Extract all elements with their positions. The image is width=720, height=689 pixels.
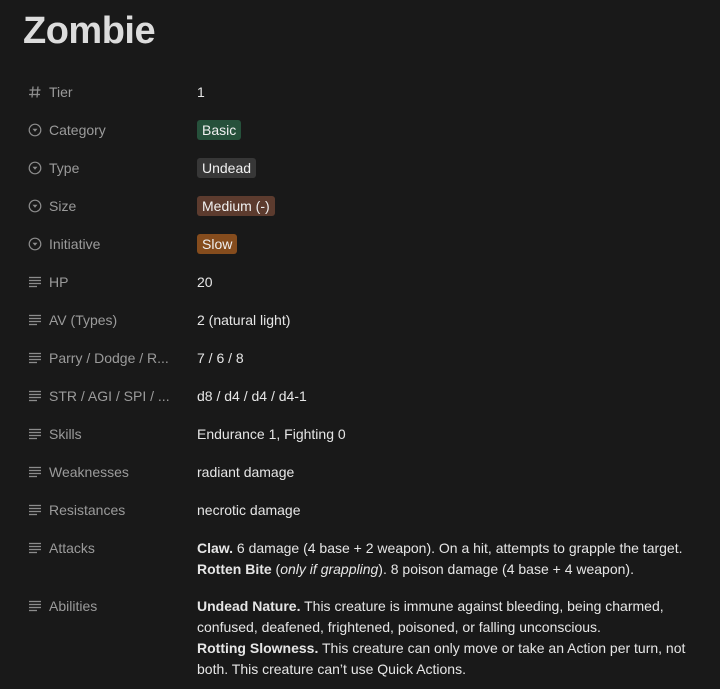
property-label-type[interactable]: Type (28, 158, 193, 178)
property-value-parry[interactable]: 7 / 6 / 8 (197, 348, 710, 369)
property-label-text: Category (49, 122, 106, 138)
property-value-resistances[interactable]: necrotic damage (197, 500, 710, 521)
property-value-abilities[interactable]: Undead Nature. This creature is immune a… (197, 596, 710, 680)
property-label-av[interactable]: AV (Types) (28, 310, 193, 330)
attack-rotten-bite: Rotten Bite (only if grappling). 8 poiso… (197, 559, 710, 580)
text-lines-icon (28, 599, 42, 613)
attack-description: 6 damage (4 base + 2 weapon). On a hit, … (233, 540, 683, 556)
text-lines-icon (28, 389, 42, 403)
property-label-resistances[interactable]: Resistances (28, 500, 193, 520)
text-lines-icon (28, 313, 42, 327)
attack-name: Rotten Bite (197, 561, 272, 577)
text-lines-icon (28, 275, 42, 289)
property-label-text: Size (49, 198, 77, 214)
size-tag: Medium (-) (197, 196, 275, 216)
property-value-skills[interactable]: Endurance 1, Fighting 0 (197, 424, 710, 445)
text-lines-icon (28, 465, 42, 479)
initiative-tag: Slow (197, 234, 238, 254)
page: Zombie Tier 1 Category Basic Type Undead… (0, 0, 720, 689)
property-label-text: Weaknesses (49, 464, 129, 480)
property-value-attacks[interactable]: Claw. 6 damage (4 base + 2 weapon). On a… (197, 538, 710, 580)
property-label-text: HP (49, 274, 69, 290)
property-value-type[interactable]: Undead (197, 158, 710, 179)
ability-name: Undead Nature. (197, 598, 301, 614)
property-label-stats[interactable]: STR / AGI / SPI / ... (28, 386, 193, 406)
property-value-av[interactable]: 2 (natural light) (197, 310, 710, 331)
property-label-initiative[interactable]: Initiative (28, 234, 193, 254)
select-icon (28, 161, 42, 175)
property-label-text: Resistances (49, 502, 126, 518)
text-lines-icon (28, 351, 42, 365)
property-value-size[interactable]: Medium (-) (197, 196, 710, 217)
page-title[interactable]: Zombie (23, 10, 156, 53)
ability-name: Rotting Slowness. (197, 640, 319, 656)
property-label-text: Initiative (49, 236, 101, 252)
property-value-weaknesses[interactable]: radiant damage (197, 462, 710, 483)
property-label-tier[interactable]: Tier (28, 82, 193, 102)
attack-condition: only if grappling (280, 561, 379, 577)
text-lines-icon (28, 503, 42, 517)
property-value-category[interactable]: Basic (197, 120, 710, 141)
attack-claw: Claw. 6 damage (4 base + 2 weapon). On a… (197, 538, 710, 559)
property-label-text: STR / AGI / SPI / ... (49, 388, 170, 404)
property-label-text: Abilities (49, 598, 98, 614)
property-value-hp[interactable]: 20 (197, 272, 710, 293)
property-label-text: AV (Types) (49, 312, 118, 328)
property-label-text: Parry / Dodge / R... (49, 350, 169, 366)
type-tag: Undead (197, 158, 257, 178)
attack-open-paren: ( (271, 561, 281, 577)
property-label-weaknesses[interactable]: Weaknesses (28, 462, 193, 482)
property-label-parry[interactable]: Parry / Dodge / R... (28, 348, 193, 368)
ability-rotting-slowness: Rotting Slowness. This creature can only… (197, 638, 710, 680)
property-label-skills[interactable]: Skills (28, 424, 193, 444)
property-label-category[interactable]: Category (28, 120, 193, 140)
hash-icon (28, 85, 42, 99)
text-lines-icon (28, 427, 42, 441)
select-icon (28, 199, 42, 213)
ability-undead-nature: Undead Nature. This creature is immune a… (197, 596, 710, 638)
property-label-text: Tier (49, 84, 73, 100)
property-value-stats[interactable]: d8 / d4 / d4 / d4-1 (197, 386, 710, 407)
property-label-hp[interactable]: HP (28, 272, 193, 292)
property-label-abilities[interactable]: Abilities (28, 596, 193, 616)
property-label-text: Skills (49, 426, 82, 442)
attack-name: Claw. (197, 540, 234, 556)
property-value-initiative[interactable]: Slow (197, 234, 710, 255)
attack-description: ). 8 poison damage (4 base + 4 weapon). (378, 561, 634, 577)
text-lines-icon (28, 541, 42, 555)
property-value-tier[interactable]: 1 (197, 82, 710, 103)
property-label-attacks[interactable]: Attacks (28, 538, 193, 558)
property-label-size[interactable]: Size (28, 196, 193, 216)
select-icon (28, 123, 42, 137)
category-tag: Basic (197, 120, 242, 140)
select-icon (28, 237, 42, 251)
property-label-text: Type (49, 160, 80, 176)
property-label-text: Attacks (49, 540, 95, 556)
